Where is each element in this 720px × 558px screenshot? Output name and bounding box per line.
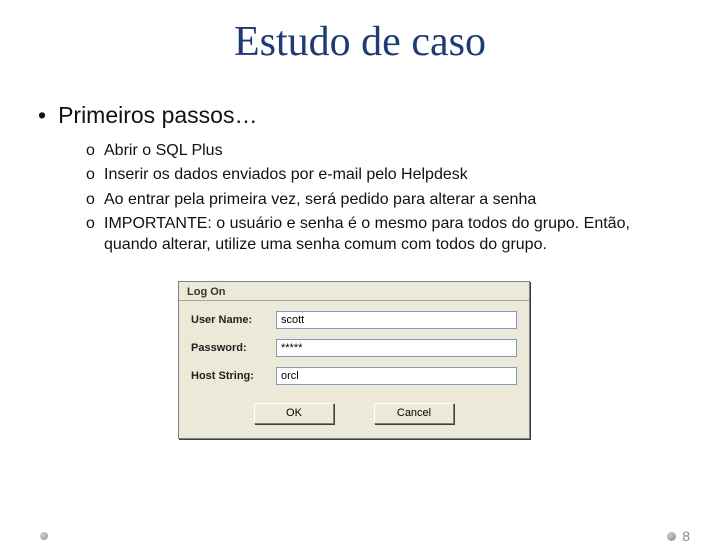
list-item: o IMPORTANTE: o usuário e senha é o mesm… bbox=[86, 214, 682, 255]
username-row: User Name: scott bbox=[191, 311, 517, 329]
password-row: Password: ***** bbox=[191, 339, 517, 357]
username-input[interactable]: scott bbox=[276, 311, 517, 329]
decorative-dot-icon bbox=[40, 532, 48, 540]
slide-title: Estudo de caso bbox=[0, 18, 720, 66]
logon-dialog: Log On User Name: scott Password: ***** … bbox=[178, 281, 530, 439]
dialog-titlebar: Log On bbox=[179, 282, 529, 301]
list-item: o Abrir o SQL Plus bbox=[86, 141, 682, 161]
host-input[interactable]: orcl bbox=[276, 367, 517, 385]
footer-dot-icon bbox=[667, 532, 676, 541]
list-item-text: Abrir o SQL Plus bbox=[104, 141, 223, 161]
circle-bullet-icon: o bbox=[86, 190, 104, 210]
bullet-heading: • Primeiros passos… bbox=[38, 102, 682, 129]
list-item-text: Inserir os dados enviados por e-mail pel… bbox=[104, 165, 468, 185]
bullet-dot-icon: • bbox=[38, 102, 46, 129]
sub-list: o Abrir o SQL Plus o Inserir os dados en… bbox=[86, 141, 682, 255]
dialog-screenshot: Log On User Name: scott Password: ***** … bbox=[178, 281, 682, 439]
list-item-text: Ao entrar pela primeira vez, será pedido… bbox=[104, 190, 536, 210]
host-label: Host String: bbox=[191, 370, 276, 382]
list-item: o Inserir os dados enviados por e-mail p… bbox=[86, 165, 682, 185]
circle-bullet-icon: o bbox=[86, 141, 104, 161]
dialog-buttons: OK Cancel bbox=[191, 395, 517, 434]
dialog-body: User Name: scott Password: ***** Host St… bbox=[179, 301, 529, 438]
password-label: Password: bbox=[191, 342, 276, 354]
circle-bullet-icon: o bbox=[86, 165, 104, 185]
password-input[interactable]: ***** bbox=[276, 339, 517, 357]
username-label: User Name: bbox=[191, 314, 276, 326]
host-row: Host String: orcl bbox=[191, 367, 517, 385]
cancel-button[interactable]: Cancel bbox=[374, 403, 454, 424]
page-number: 8 bbox=[682, 528, 690, 544]
bullet-heading-text: Primeiros passos… bbox=[58, 102, 257, 129]
slide-body: • Primeiros passos… o Abrir o SQL Plus o… bbox=[0, 102, 720, 439]
circle-bullet-icon: o bbox=[86, 214, 104, 234]
ok-button[interactable]: OK bbox=[254, 403, 334, 424]
list-item: o Ao entrar pela primeira vez, será pedi… bbox=[86, 190, 682, 210]
list-item-text: IMPORTANTE: o usuário e senha é o mesmo … bbox=[104, 214, 682, 255]
slide-footer: 8 bbox=[667, 528, 690, 544]
